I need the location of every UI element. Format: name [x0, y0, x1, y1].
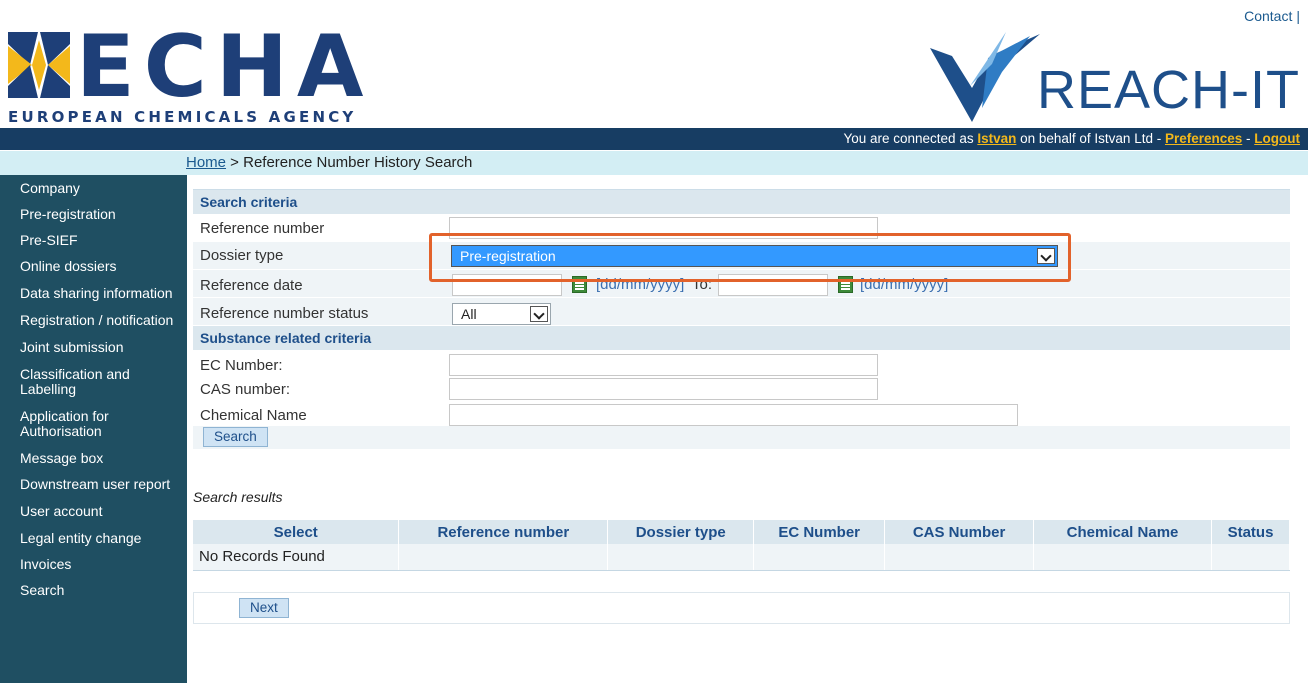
breadcrumb-separator: >	[226, 154, 244, 171]
sidebar-item-message-box[interactable]: Message box	[0, 443, 187, 470]
substance-criteria-heading: Substance related criteria	[193, 326, 1290, 350]
dash-text: -	[1242, 131, 1255, 146]
table-cell	[1033, 544, 1212, 571]
column-header-cas-number[interactable]: CAS Number	[884, 520, 1035, 544]
search-criteria-heading: Search criteria	[193, 190, 1290, 214]
sidebar-item-classification[interactable]: Classification and Labelling	[0, 359, 187, 401]
no-records-cell: No Records Found	[193, 544, 400, 571]
sidebar-item-authorisation[interactable]: Application for Authorisation	[0, 401, 187, 443]
sidebar-item-joint-submission[interactable]: Joint submission	[0, 332, 187, 359]
echa-subtitle: EUROPEAN CHEMICALS AGENCY	[8, 108, 357, 126]
pagination-bar: Next	[193, 592, 1290, 624]
sidebar-item-online-dossiers[interactable]: Online dossiers	[0, 252, 187, 278]
contact-link[interactable]: Contact |	[1244, 8, 1300, 24]
table-cell	[1211, 544, 1291, 571]
search-form: Search criteria Reference number Dossier…	[193, 189, 1290, 450]
behalf-text: on behalf of Istvan Ltd -	[1016, 131, 1165, 146]
dossier-type-label: Dossier type	[200, 247, 284, 264]
connected-as-text: You are connected as	[843, 131, 978, 146]
main-content: Search criteria Reference number Dossier…	[193, 189, 1291, 624]
contact-label[interactable]: Contact	[1244, 8, 1292, 24]
table-cell	[753, 544, 886, 571]
sidebar-item-invoices[interactable]: Invoices	[0, 550, 187, 576]
echa-star-icon	[8, 32, 70, 98]
search-button-row: Search	[193, 426, 1290, 450]
sidebar-item-pre-registration[interactable]: Pre-registration	[0, 200, 187, 226]
reach-it-v-icon	[930, 32, 1040, 122]
sidebar-item-pre-sief[interactable]: Pre-SIEF	[0, 226, 187, 252]
preferences-link[interactable]: Preferences	[1165, 131, 1242, 146]
table-cell	[884, 544, 1035, 571]
column-header-ec-number[interactable]: EC Number	[753, 520, 886, 544]
sidebar-nav: Company Pre-registration Pre-SIEF Online…	[0, 175, 187, 683]
logout-link[interactable]: Logout	[1254, 131, 1300, 146]
results-table: Select Reference number Dossier type EC …	[193, 520, 1291, 571]
reference-status-value: All	[461, 306, 477, 322]
chevron-down-icon[interactable]	[530, 306, 548, 322]
cas-number-row: CAS number:	[193, 375, 1290, 402]
breadcrumb-home-link[interactable]: Home	[186, 154, 226, 171]
search-button[interactable]: Search	[203, 427, 268, 447]
table-cell	[398, 544, 609, 571]
ec-number-label: EC Number:	[200, 357, 283, 374]
sidebar-item-user-account[interactable]: User account	[0, 496, 187, 523]
user-link[interactable]: Istvan	[977, 131, 1016, 146]
column-header-chemical-name[interactable]: Chemical Name	[1033, 520, 1212, 544]
cas-number-label: CAS number:	[200, 381, 291, 398]
sidebar-item-data-sharing[interactable]: Data sharing information	[0, 278, 187, 305]
sidebar-item-search[interactable]: Search	[0, 576, 187, 602]
ec-number-row: EC Number:	[193, 350, 1290, 376]
reference-number-label: Reference number	[200, 220, 325, 237]
reference-status-label: Reference number status	[200, 305, 369, 322]
chemical-name-label: Chemical Name	[200, 407, 307, 424]
column-header-reference-number[interactable]: Reference number	[398, 520, 609, 544]
cas-number-input[interactable]	[449, 378, 878, 400]
search-results-label: Search results	[193, 489, 283, 505]
table-header-row: Select Reference number Dossier type EC …	[193, 520, 1291, 544]
sidebar-item-downstream-user-report[interactable]: Downstream user report	[0, 470, 187, 496]
column-header-status[interactable]: Status	[1211, 520, 1291, 544]
table-cell	[607, 544, 755, 571]
sidebar-item-company[interactable]: Company	[0, 175, 187, 200]
contact-separator: |	[1296, 8, 1300, 24]
chemical-name-input[interactable]	[449, 404, 1018, 426]
next-button[interactable]: Next	[239, 598, 289, 618]
user-status-bar: You are connected as Istvan on behalf of…	[0, 128, 1308, 150]
breadcrumb: Home > Reference Number History Search	[0, 151, 1308, 175]
column-header-select[interactable]: Select	[193, 520, 400, 544]
column-header-dossier-type[interactable]: Dossier type	[607, 520, 755, 544]
dossier-type-highlight	[429, 233, 1071, 282]
ec-number-input[interactable]	[449, 354, 878, 376]
reference-date-label: Reference date	[200, 277, 303, 294]
chemical-name-row: Chemical Name	[193, 402, 1290, 426]
breadcrumb-current: Reference Number History Search	[243, 154, 473, 171]
table-row: No Records Found	[193, 544, 1291, 571]
echa-logo: ECHA EUROPEAN CHEMICALS AGENCY	[8, 17, 388, 126]
reach-it-logo: REACH-IT	[930, 28, 1300, 123]
sidebar-item-legal-entity-change[interactable]: Legal entity change	[0, 523, 187, 550]
reference-status-select[interactable]: All	[452, 303, 551, 325]
reach-it-wordmark: REACH-IT	[1037, 60, 1300, 120]
reference-status-row: Reference number status All	[193, 298, 1290, 326]
sidebar-item-registration[interactable]: Registration / notification	[0, 305, 187, 332]
echa-wordmark: ECHA	[76, 17, 373, 117]
